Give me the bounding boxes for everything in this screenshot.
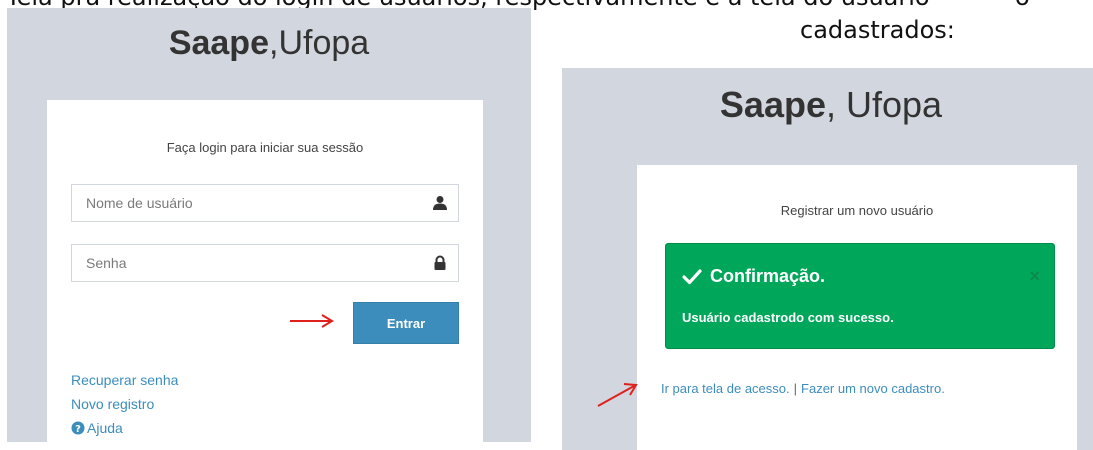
go-to-login-link[interactable]: Ir para tela de acesso.	[661, 381, 790, 396]
brand-bold: Saape	[168, 24, 269, 62]
document-text-fragment-right: ó	[1015, 0, 1030, 11]
recover-password-link[interactable]: Recuperar senha	[71, 372, 178, 388]
help-link[interactable]: Ajuda	[87, 420, 123, 436]
brand-logo-register: Saape, Ufopa	[562, 84, 1093, 126]
lock-icon	[434, 255, 446, 270]
login-screenshot: Saape,Ufopa Faça login para iniciar sua …	[7, 8, 531, 442]
password-field-wrap	[71, 244, 459, 282]
login-box: Faça login para iniciar sua sessão Entra…	[47, 100, 483, 442]
register-box-message: Registrar um novo usuário	[780, 203, 934, 218]
password-input[interactable]	[72, 245, 458, 281]
username-field-wrap	[71, 184, 459, 222]
register-links: Ir para tela de acesso. | Fazer um novo ca…	[661, 381, 945, 396]
red-arrow-annotation-register	[597, 383, 638, 407]
question-circle-icon: ?	[71, 421, 85, 435]
new-register-again-link[interactable]: Fazer um novo cadastro.	[801, 381, 945, 396]
brand-rest: ,Ufopa	[269, 24, 370, 62]
red-arrow-annotation	[290, 314, 334, 328]
alert-message: Usuário cadastrodo com sucesso.	[682, 310, 894, 325]
svg-text:?: ?	[75, 424, 81, 435]
register-screenshot: Saape, Ufopa Registrar um novo usuário C…	[562, 68, 1093, 450]
success-alert: Confirmação. × Usuário cadastrodo com su…	[665, 243, 1055, 349]
login-submit-button[interactable]: Entrar	[353, 302, 459, 344]
alert-close-button[interactable]: ×	[1029, 266, 1040, 287]
help-link-wrap[interactable]: ? Ajuda	[71, 420, 123, 436]
brand-logo: Saape,Ufopa	[7, 24, 531, 63]
username-input[interactable]	[72, 185, 458, 221]
login-box-message: Faça login para iniciar sua sessão	[166, 140, 364, 155]
register-box: Registrar um novo usuário Confirmação. ×…	[637, 165, 1077, 450]
link-separator: |	[793, 381, 798, 396]
brand-bold-register: Saape	[719, 84, 826, 125]
user-icon	[433, 196, 447, 210]
new-register-link[interactable]: Novo registro	[71, 396, 154, 412]
alert-title: Confirmação.	[710, 266, 826, 286]
document-caption: cadastrados:	[800, 16, 955, 44]
check-icon	[682, 269, 702, 285]
brand-rest-register: , Ufopa	[826, 84, 943, 125]
